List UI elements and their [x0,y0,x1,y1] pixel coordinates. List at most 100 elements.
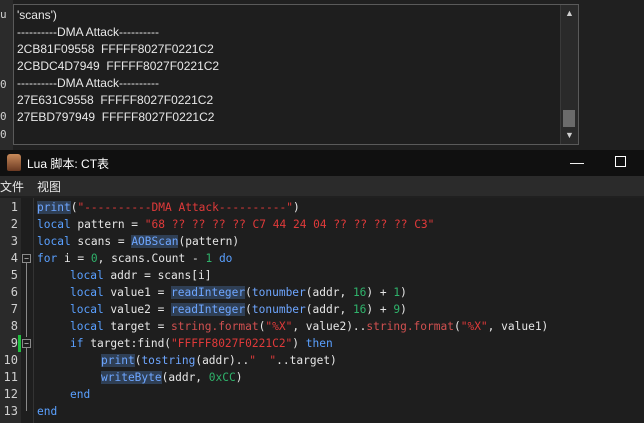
code-token: local [70,286,104,299]
window-title: Lua 脚本: CT表 [27,157,110,171]
code-token: ) + [366,303,394,316]
code-token: (addr, [161,371,209,384]
edge-char: 0 [0,110,7,123]
line-number: 8 [10,319,18,333]
code-token: for [37,252,58,265]
code-token: (addr, [305,303,353,316]
output-line: ----------DMA Attack---------- [17,76,159,90]
window-title-bar[interactable]: Lua 脚本: CT表 — [0,150,644,176]
code-token: scans = [70,235,132,248]
scrollbar-thumb[interactable] [563,110,575,127]
code-token: string.format [366,320,454,333]
line-number: 12 [3,387,18,401]
code-token: target:find( [83,337,172,350]
code-token: ) [235,371,243,384]
code-token: , value1) [487,320,549,333]
fold-collapse-icon[interactable]: − [22,254,31,263]
code-token: " " [249,354,277,367]
code-token: 16 [352,286,367,299]
code-token: ( [245,303,252,316]
code-token: tostring [141,354,196,367]
lua-app-icon [7,154,21,171]
scroll-up-icon[interactable]: ▲ [561,5,578,22]
code-token: do [218,252,233,265]
fold-guide [26,263,27,337]
code-line: local scans = AOBScan(pattern) [37,233,239,250]
code-line: end [70,386,90,403]
code-line: if target:find("FFFFF8027F0221C2") then [70,335,333,352]
code-editor[interactable]: 1 2 3 4 5 6 7 8 9 10 11 12 13 − − print(… [0,198,644,423]
code-token: "%X" [460,320,488,333]
minimize-button[interactable]: — [565,152,589,172]
code-token: end [37,405,58,418]
line-number: 11 [3,370,18,384]
line-number: 9 [10,336,18,350]
code-line: local addr = scans[i] [70,267,211,284]
code-token: tonumber [251,286,306,299]
code-token: pattern = [70,218,145,231]
code-line: local value2 = readInteger(tonumber(addr… [70,301,407,318]
maximize-icon [614,156,626,167]
code-token: addr = scans[i] [103,269,212,282]
line-number: 5 [10,268,18,282]
code-token: (addr, [305,286,353,299]
output-panel[interactable]: 'scans') ----------DMA Attack---------- … [13,4,579,145]
output-scrollbar[interactable]: ▲ ▼ [560,5,578,144]
menu-bar: 文件 视图 [0,176,644,196]
code-token: value2 = [103,303,172,316]
code-token: (addr).. [195,354,250,367]
code-token: AOBScan [131,235,179,248]
code-token: end [70,388,91,401]
code-line: writeByte(addr, 0xCC) [101,369,242,386]
maximize-button[interactable] [608,152,632,172]
code-token: "----------DMA Attack----------" [77,201,293,214]
output-line: 27E631C9558 FFFFF8027F0221C2 [17,93,214,107]
code-token: ) [292,337,306,350]
edge-char: u [0,8,7,21]
code-line: end [37,403,57,420]
background-area [579,0,644,150]
line-number: 10 [3,353,18,367]
code-token: ..target) [276,354,337,367]
output-line: ----------DMA Attack---------- [17,25,159,39]
output-line: 2CB81F09558 FFFFF8027F0221C2 [17,42,214,56]
code-token: local [70,320,104,333]
code-token: ) [400,303,407,316]
code-token: , value2).. [292,320,367,333]
code-token: "FFFFF8027F0221C2" [171,337,293,350]
code-token: then [305,337,333,350]
fold-column: − − [21,198,34,423]
line-number: 4 [10,251,18,265]
code-token: local [37,218,71,231]
code-token: ) [292,201,300,214]
line-number-gutter: 1 2 3 4 5 6 7 8 9 10 11 12 13 [0,198,21,423]
menu-file[interactable]: 文件 [0,178,24,195]
code-token: print [101,354,135,367]
background-window-edge: u 0 0 0 [0,0,13,150]
code-line: print("----------DMA Attack----------") [37,199,300,216]
code-token: print [37,201,71,214]
code-token: string.format [171,320,259,333]
line-number: 2 [10,217,18,231]
line-number: 6 [10,285,18,299]
code-token: ( [453,320,461,333]
output-line: 2CBDC4D7949 FFFFF8027F0221C2 [17,59,220,73]
code-token: "68 ?? ?? ?? ?? C7 44 24 04 ?? ?? ?? ?? … [144,218,435,231]
menu-view[interactable]: 视图 [37,178,61,195]
output-text: 'scans') ----------DMA Attack---------- … [17,7,558,126]
code-line: local target = string.format("%X", value… [70,318,548,335]
code-token: target = [103,320,172,333]
fold-guide [26,348,27,411]
line-number: 13 [3,404,18,418]
code-token: 0 [90,252,98,265]
code-line: for i = 0, scans.Count - 1 do [37,250,232,267]
code-token: local [37,235,71,248]
code-token: "%X" [265,320,293,333]
code-token: if [70,337,84,350]
code-token: ( [245,286,252,299]
code-line: print(tostring(addr).." "..target) [101,352,337,369]
edge-char: 0 [0,128,7,141]
fold-collapse-icon[interactable]: − [22,339,31,348]
scroll-down-icon[interactable]: ▼ [561,127,578,144]
